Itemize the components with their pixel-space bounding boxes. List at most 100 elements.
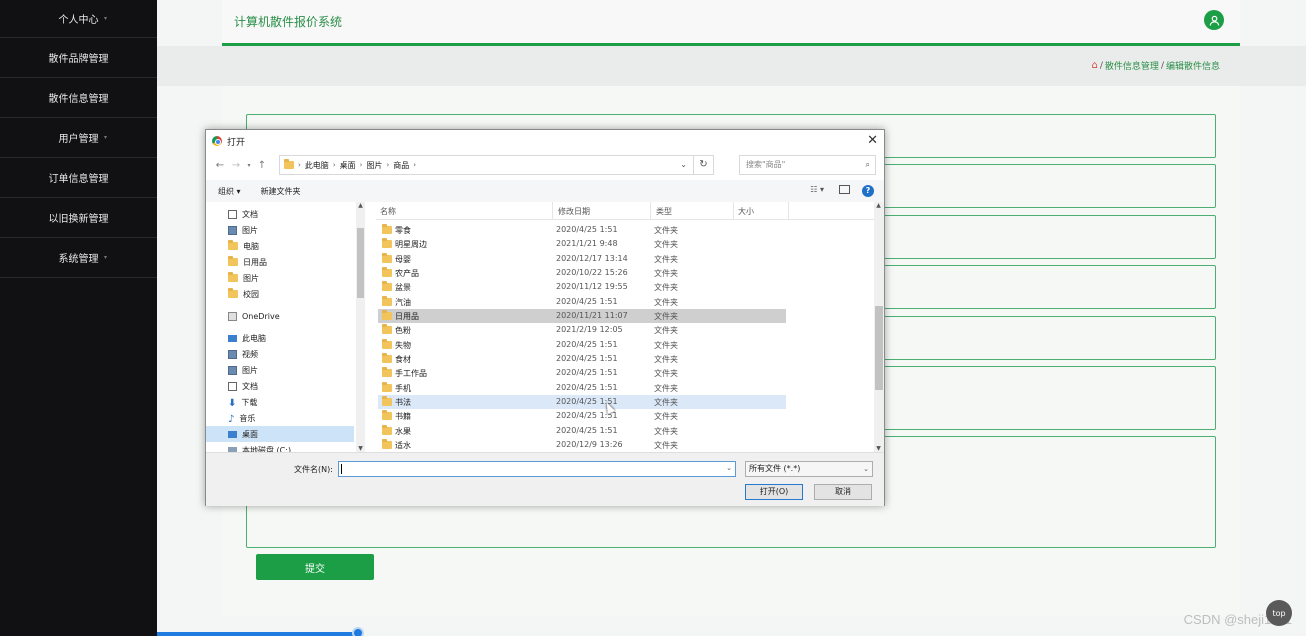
tree-item[interactable]: ♪ 音乐 — [228, 410, 255, 426]
file-row[interactable]: 汽油 2020/4/25 1:51 文件夹 — [378, 295, 786, 309]
tree-item[interactable]: 图片 — [228, 270, 259, 286]
tree-scrollbar[interactable]: ▲ ▼ — [356, 202, 365, 452]
address-bar[interactable]: › 此电脑 › 桌面 › 图片 › 商品 › ⌄ ↻ — [279, 155, 714, 175]
tree-item[interactable]: 桌面 — [206, 426, 354, 442]
column-type[interactable]: 类型 — [656, 206, 672, 217]
breadcrumb-parts-info[interactable]: 散件信息管理 — [1105, 59, 1159, 72]
back-to-top-button[interactable]: top — [1266, 600, 1292, 626]
file-date: 2020/4/25 1:51 — [556, 382, 618, 392]
file-row[interactable]: 失物 2020/4/25 1:51 文件夹 — [378, 338, 786, 352]
preview-pane-icon[interactable] — [839, 185, 850, 194]
refresh-icon[interactable]: ↻ — [693, 156, 713, 174]
path-segment[interactable]: 桌面 — [340, 160, 356, 171]
tree-item[interactable]: 日用品 — [228, 254, 267, 270]
tree-item[interactable]: ⬇ 下载 — [228, 394, 257, 410]
organize-menu[interactable]: 组织 ▾ — [218, 186, 241, 197]
sidebar-item-brand[interactable]: 散件品牌管理 — [0, 38, 157, 78]
up-arrow-icon[interactable]: ↑ — [254, 160, 270, 171]
column-separator[interactable] — [733, 202, 734, 220]
new-folder-button[interactable]: 新建文件夹 — [261, 186, 301, 197]
tree-item[interactable]: 校园 — [228, 286, 259, 302]
file-row[interactable]: 母婴 2020/12/17 13:14 文件夹 — [378, 252, 786, 266]
sidebar-item-orders[interactable]: 订单信息管理 — [0, 158, 157, 198]
file-date: 2020/11/21 11:07 — [556, 310, 628, 320]
file-row[interactable]: 食材 2020/4/25 1:51 文件夹 — [378, 352, 786, 366]
close-icon[interactable]: ✕ — [867, 133, 878, 148]
chevron-down-icon[interactable]: ⌄ — [680, 160, 687, 169]
scroll-down-icon[interactable]: ▼ — [356, 445, 365, 452]
user-icon[interactable] — [1204, 10, 1224, 30]
chevron-icon: ▾ — [103, 15, 107, 22]
folder-icon — [382, 338, 392, 349]
file-type-select[interactable]: 所有文件 (*.*) ⌄ — [745, 461, 873, 477]
folder-icon — [382, 224, 392, 234]
sidebar-item-personal-center[interactable]: 个人中心 ▾ — [0, 0, 157, 38]
file-row[interactable]: 水果 2020/4/25 1:51 文件夹 — [378, 424, 786, 438]
back-arrow-icon[interactable]: ← — [212, 160, 228, 171]
tree-item-label: 本地磁盘 (C:) — [242, 445, 292, 453]
tree-item[interactable]: 视频 — [228, 346, 258, 362]
file-name: 母婴 — [395, 254, 411, 264]
forward-arrow-icon[interactable]: → — [228, 160, 244, 171]
column-date[interactable]: 修改日期 — [558, 206, 590, 217]
column-separator[interactable] — [552, 202, 553, 220]
tree-item[interactable]: 文档📌 — [228, 206, 258, 222]
tree-item[interactable]: OneDrive — [228, 308, 280, 324]
path-segment[interactable]: 此电脑 — [305, 160, 329, 171]
tree-item[interactable]: 此电脑 — [228, 330, 266, 346]
submit-button[interactable]: 提交 — [256, 554, 374, 580]
breadcrumb: ⌂ / 散件信息管理 / 编辑散件信息 — [1092, 59, 1220, 72]
folder-icon — [228, 240, 238, 250]
file-type: 文件夹 — [654, 240, 678, 250]
tree-item[interactable]: 文档 — [228, 378, 258, 394]
sidebar-item-trade-in[interactable]: 以旧换新管理 — [0, 198, 157, 238]
tree-item[interactable]: 图片📌 — [228, 222, 258, 238]
pic-icon — [228, 365, 237, 375]
download-icon: ⬇ — [228, 397, 237, 409]
sidebar-item-users[interactable]: 用户管理 ▾ — [0, 118, 157, 158]
file-row[interactable]: 盆景 2020/11/12 19:55 文件夹 — [378, 280, 786, 294]
scroll-thumb[interactable] — [875, 306, 883, 390]
scroll-down-icon[interactable]: ▼ — [874, 445, 883, 452]
file-row[interactable]: 色粉 2021/2/19 12:05 文件夹 — [378, 323, 786, 337]
filename-input[interactable]: ⌄ — [338, 461, 736, 477]
file-row[interactable]: 明星周边 2021/1/21 9:48 文件夹 — [378, 237, 786, 251]
breadcrumb-bar: ⌂ / 散件信息管理 / 编辑散件信息 — [157, 46, 1306, 86]
column-separator[interactable] — [788, 202, 789, 220]
path-segment[interactable]: 图片 — [366, 160, 382, 171]
sidebar-item-system[interactable]: 系统管理 ▾ — [0, 238, 157, 278]
home-icon[interactable]: ⌂ — [1092, 60, 1098, 71]
file-row[interactable]: 日用品 2020/11/21 11:07 文件夹 — [378, 308, 786, 323]
chevron-down-icon[interactable]: ⌄ — [726, 464, 732, 472]
file-row[interactable]: 适水 2020/12/9 13:26 文件夹 — [378, 438, 786, 452]
file-row[interactable]: 书籍 2020/4/25 1:51 文件夹 — [378, 409, 786, 423]
file-row[interactable]: 手机 2020/4/25 1:51 文件夹 — [378, 381, 786, 395]
recent-dropdown-icon[interactable]: ▾ — [244, 162, 254, 169]
music-icon: ♪ — [228, 413, 235, 425]
sidebar-item-label: 系统管理 — [58, 254, 99, 265]
column-size[interactable]: 大小 — [738, 206, 754, 217]
sidebar-item-parts-info[interactable]: 散件信息管理 — [0, 78, 157, 118]
file-row[interactable]: 零食 2020/4/25 1:51 文件夹 — [378, 223, 786, 237]
file-list-scrollbar[interactable]: ▲ ▼ — [874, 202, 884, 452]
tree-item-label: 音乐 — [239, 413, 256, 423]
tree-item[interactable]: 图片 — [228, 362, 258, 378]
scroll-up-icon[interactable]: ▲ — [356, 202, 365, 209]
view-options-icon[interactable]: ☷ ▾ — [810, 185, 824, 194]
scroll-thumb[interactable] — [357, 228, 364, 298]
open-button[interactable]: 打开(O) — [745, 484, 803, 500]
sort-caret-icon: ˄ — [462, 202, 466, 208]
file-row[interactable]: 农产品 2020/10/22 15:26 文件夹 — [378, 266, 786, 280]
search-input[interactable]: 搜索"商品" ⌕ — [739, 155, 876, 175]
help-icon[interactable]: ? — [862, 185, 874, 197]
column-name[interactable]: 名称 — [380, 206, 396, 217]
column-separator[interactable] — [650, 202, 651, 220]
scroll-up-icon[interactable]: ▲ — [874, 202, 883, 209]
tree-item[interactable]: 本地磁盘 (C:) — [228, 442, 291, 452]
tree-item[interactable]: 电脑 — [228, 238, 259, 254]
cancel-button[interactable]: 取消 — [814, 484, 872, 500]
path-segment[interactable]: 商品 — [393, 160, 409, 171]
tree-item-label: 文档 — [242, 209, 258, 219]
file-row[interactable]: 手工作品 2020/4/25 1:51 文件夹 — [378, 366, 786, 380]
file-row[interactable]: 书法 2020/4/25 1:51 文件夹 — [378, 394, 786, 409]
